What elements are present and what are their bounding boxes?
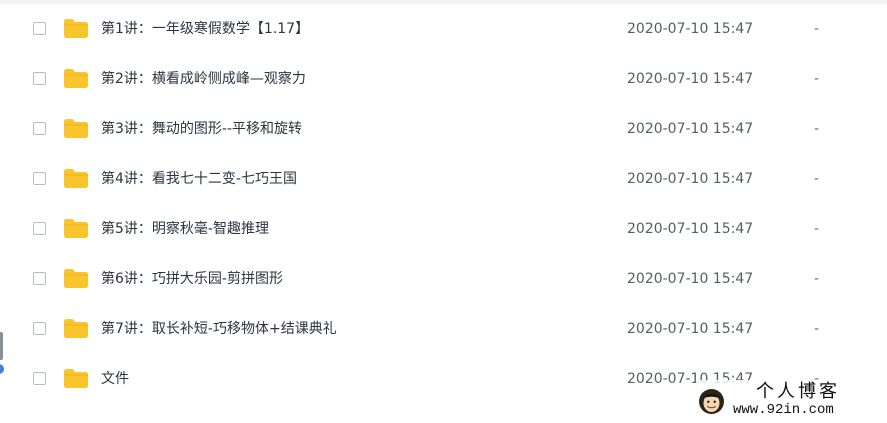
file-name[interactable]: 第3讲：舞动的图形--平移和旋转 — [101, 120, 302, 138]
file-row[interactable]: 第7讲：取长补短-巧移物体+结课典礼 2020-07-10 15:47 - — [0, 305, 887, 355]
row-checkbox[interactable] — [33, 72, 46, 85]
folder-icon[interactable] — [63, 17, 89, 39]
file-name[interactable]: 第4讲：看我七十二变-七巧王国 — [101, 170, 297, 188]
file-row[interactable]: 第1讲：一年级寒假数学【1.17】 2020-07-10 15:47 - — [0, 5, 887, 55]
modified-date: 2020-07-10 15:47 — [627, 171, 754, 187]
file-size: - — [814, 21, 820, 37]
modified-date: 2020-07-10 15:47 — [627, 221, 754, 237]
top-divider — [0, 0, 887, 4]
row-checkbox[interactable] — [33, 372, 46, 385]
watermark-url: www.92in.com — [733, 402, 834, 418]
file-size: - — [814, 71, 820, 87]
row-checkbox[interactable] — [33, 22, 46, 35]
file-row[interactable]: 第6讲：巧拼大乐园-剪拼图形 2020-07-10 15:47 - — [0, 255, 887, 305]
folder-icon[interactable] — [63, 267, 89, 289]
file-list: 第1讲：一年级寒假数学【1.17】 2020-07-10 15:47 - 第2讲… — [0, 5, 887, 405]
modified-date: 2020-07-10 15:47 — [627, 271, 754, 287]
row-checkbox[interactable] — [33, 272, 46, 285]
file-name[interactable]: 文件 — [101, 370, 129, 388]
folder-icon[interactable] — [63, 317, 89, 339]
modified-date: 2020-07-10 15:47 — [627, 321, 754, 337]
file-size: - — [814, 121, 820, 137]
file-name[interactable]: 第1讲：一年级寒假数学【1.17】 — [101, 20, 309, 38]
watermark-title: 个人博客 — [756, 381, 840, 402]
row-checkbox[interactable] — [33, 222, 46, 235]
file-size: - — [814, 171, 820, 187]
folder-icon[interactable] — [63, 367, 89, 389]
file-size: - — [814, 271, 820, 287]
folder-icon[interactable] — [63, 67, 89, 89]
row-checkbox[interactable] — [33, 172, 46, 185]
folder-icon[interactable] — [63, 117, 89, 139]
file-list-page: 第1讲：一年级寒假数学【1.17】 2020-07-10 15:47 - 第2讲… — [0, 0, 887, 423]
file-size: - — [814, 221, 820, 237]
folder-icon[interactable] — [63, 167, 89, 189]
row-checkbox[interactable] — [33, 322, 46, 335]
file-name[interactable]: 第7讲：取长补短-巧移物体+结课典礼 — [101, 320, 337, 338]
file-row[interactable]: 第2讲：横看成岭侧成峰—观察力 2020-07-10 15:47 - — [0, 55, 887, 105]
row-checkbox[interactable] — [33, 122, 46, 135]
file-row[interactable]: 第3讲：舞动的图形--平移和旋转 2020-07-10 15:47 - — [0, 105, 887, 155]
modified-date: 2020-07-10 15:47 — [627, 121, 754, 137]
blog-watermark: 个人博客 www.92in.com — [696, 380, 887, 423]
folder-icon[interactable] — [63, 217, 89, 239]
cartoon-face-logo-icon — [699, 389, 724, 414]
file-name[interactable]: 第5讲：明察秋毫-智趣推理 — [101, 220, 269, 238]
file-row[interactable]: 第5讲：明察秋毫-智趣推理 2020-07-10 15:47 - — [0, 205, 887, 255]
file-name[interactable]: 第6讲：巧拼大乐园-剪拼图形 — [101, 270, 283, 288]
modified-date: 2020-07-10 15:47 — [627, 71, 754, 87]
file-row[interactable]: 第4讲：看我七十二变-七巧王国 2020-07-10 15:47 - — [0, 155, 887, 205]
modified-date: 2020-07-10 15:47 — [627, 21, 754, 37]
file-size: - — [814, 321, 820, 337]
file-name[interactable]: 第2讲：横看成岭侧成峰—观察力 — [101, 70, 306, 88]
